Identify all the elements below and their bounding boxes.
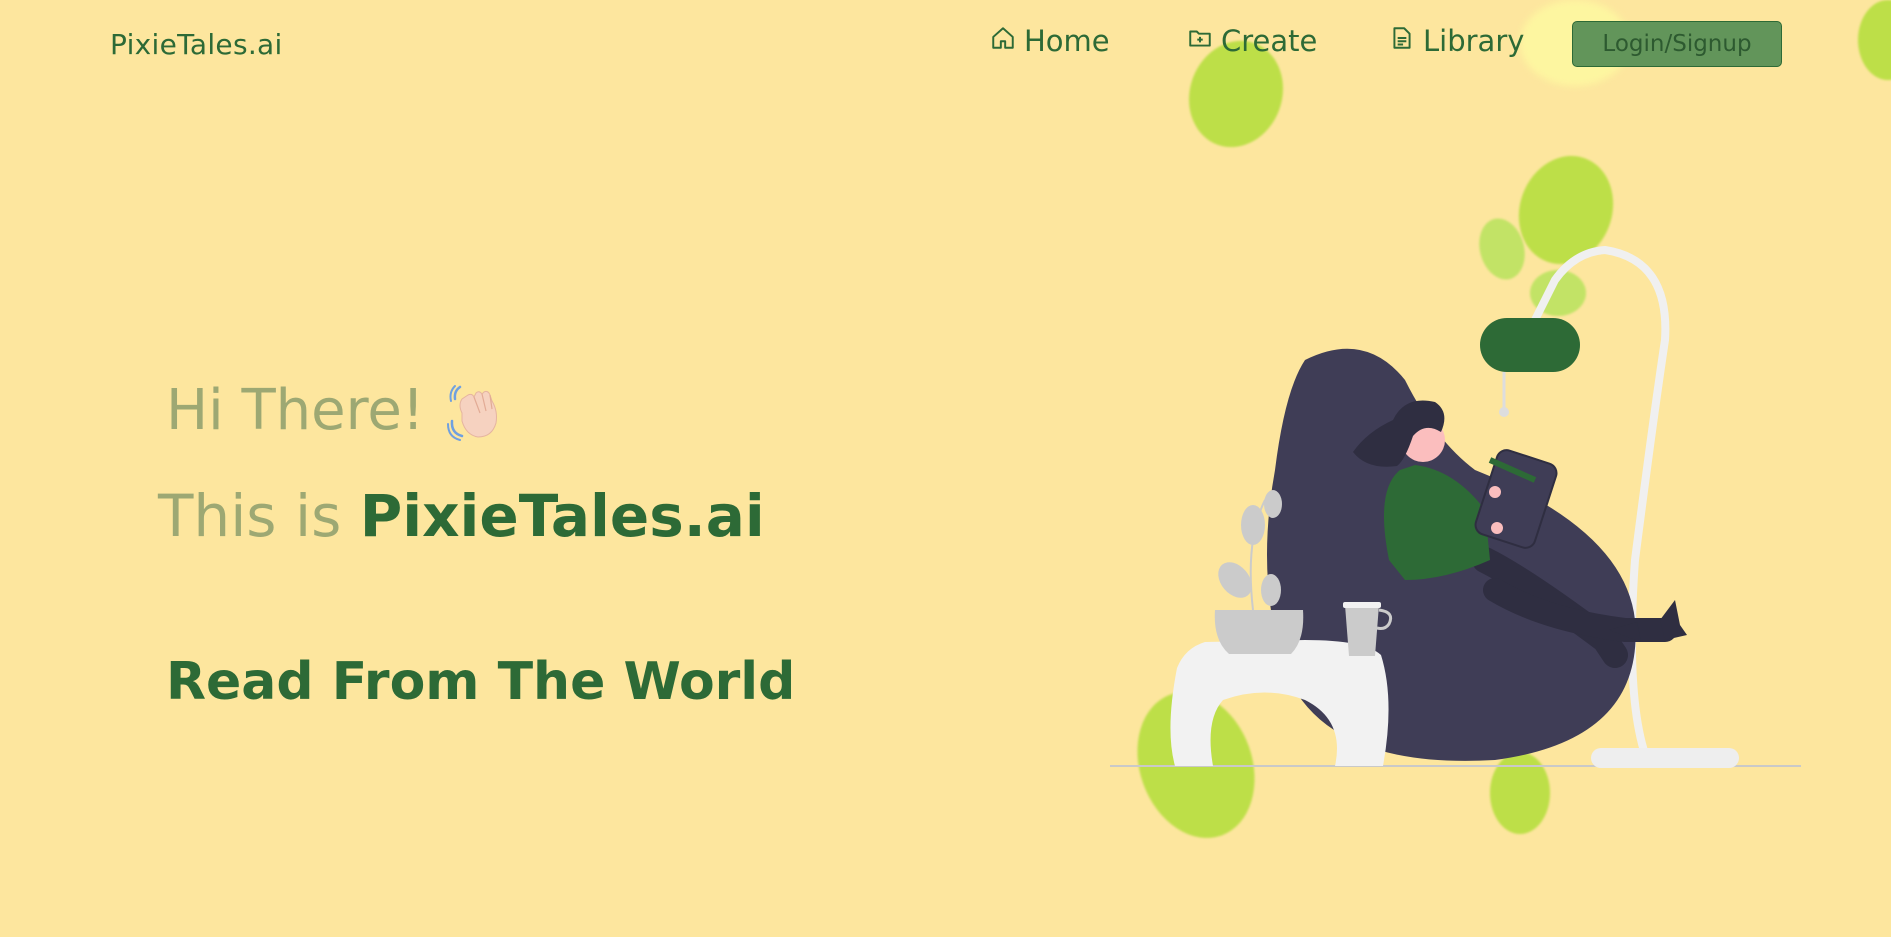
nav-home-label: Home <box>1024 24 1110 58</box>
hero-title: This is PixieTales.ai <box>158 482 765 550</box>
hero-greeting: Hi There! <box>166 378 506 443</box>
brand-logo-link[interactable]: PixieTales.ai <box>110 28 283 61</box>
login-signup-button[interactable]: Login/Signup <box>1572 21 1782 67</box>
hero-title-brand: PixieTales.ai <box>359 482 765 550</box>
hero-tagline: Read From The World <box>166 652 796 712</box>
document-icon <box>1389 24 1423 58</box>
reading-woman-illustration <box>1105 140 1805 860</box>
nav-home-link[interactable]: Home <box>990 24 1110 58</box>
waving-hand-icon <box>446 381 506 441</box>
folder-plus-icon <box>1187 24 1221 58</box>
greeting-text: Hi There! <box>166 378 425 443</box>
nav-library-link[interactable]: Library <box>1389 24 1524 58</box>
top-navbar: PixieTales.ai Home Create Library Login/… <box>0 0 1891 90</box>
nav-library-label: Library <box>1423 24 1525 58</box>
nav-create-link[interactable]: Create <box>1187 24 1317 58</box>
nav-create-label: Create <box>1221 24 1318 58</box>
home-icon <box>990 24 1024 58</box>
hero-title-prefix: This is <box>158 482 342 550</box>
